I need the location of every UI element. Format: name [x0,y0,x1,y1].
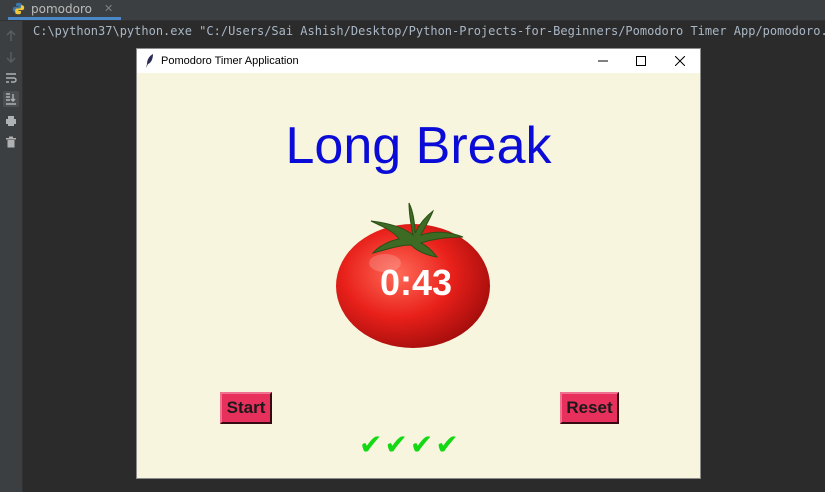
tk-window: Pomodoro Timer Application Long Break 0:… [136,48,701,479]
window-title: Pomodoro Timer Application [161,55,299,67]
up-arrow-icon[interactable] [3,28,19,44]
print-icon[interactable] [3,113,19,129]
close-tab-icon[interactable]: ✕ [104,2,113,15]
run-tab-bar: pomodoro ✕ [0,0,825,21]
run-tab[interactable]: pomodoro ✕ [8,0,122,20]
reset-button[interactable]: Reset [560,392,619,424]
window-titlebar[interactable]: Pomodoro Timer Application [137,49,700,73]
trash-icon[interactable] [3,134,19,150]
timer-text: 0:43 [379,262,453,303]
app-canvas: Long Break 0:43 Start Reset ✔✔✔✔ [137,73,700,478]
close-button[interactable] [661,49,699,73]
soft-wrap-icon[interactable] [3,70,19,86]
python-icon [12,2,25,15]
scroll-to-end-icon[interactable] [3,91,19,107]
down-arrow-icon[interactable] [3,49,19,65]
console-toolbar [0,21,23,492]
maximize-button[interactable] [622,49,660,73]
session-heading: Long Break [285,117,552,175]
tk-feather-icon [146,54,153,68]
start-button[interactable]: Start [220,392,272,424]
run-tab-label: pomodoro [31,1,92,16]
checkmarks-label: ✔✔✔✔ [359,428,461,461]
minimize-button[interactable] [584,49,622,73]
console-output: C:\python37\python.exe "C:/Users/Sai Ash… [33,24,825,38]
ide-run-console: pomodoro ✕ C:\python37\python.exe "C:/Us… [0,0,825,492]
